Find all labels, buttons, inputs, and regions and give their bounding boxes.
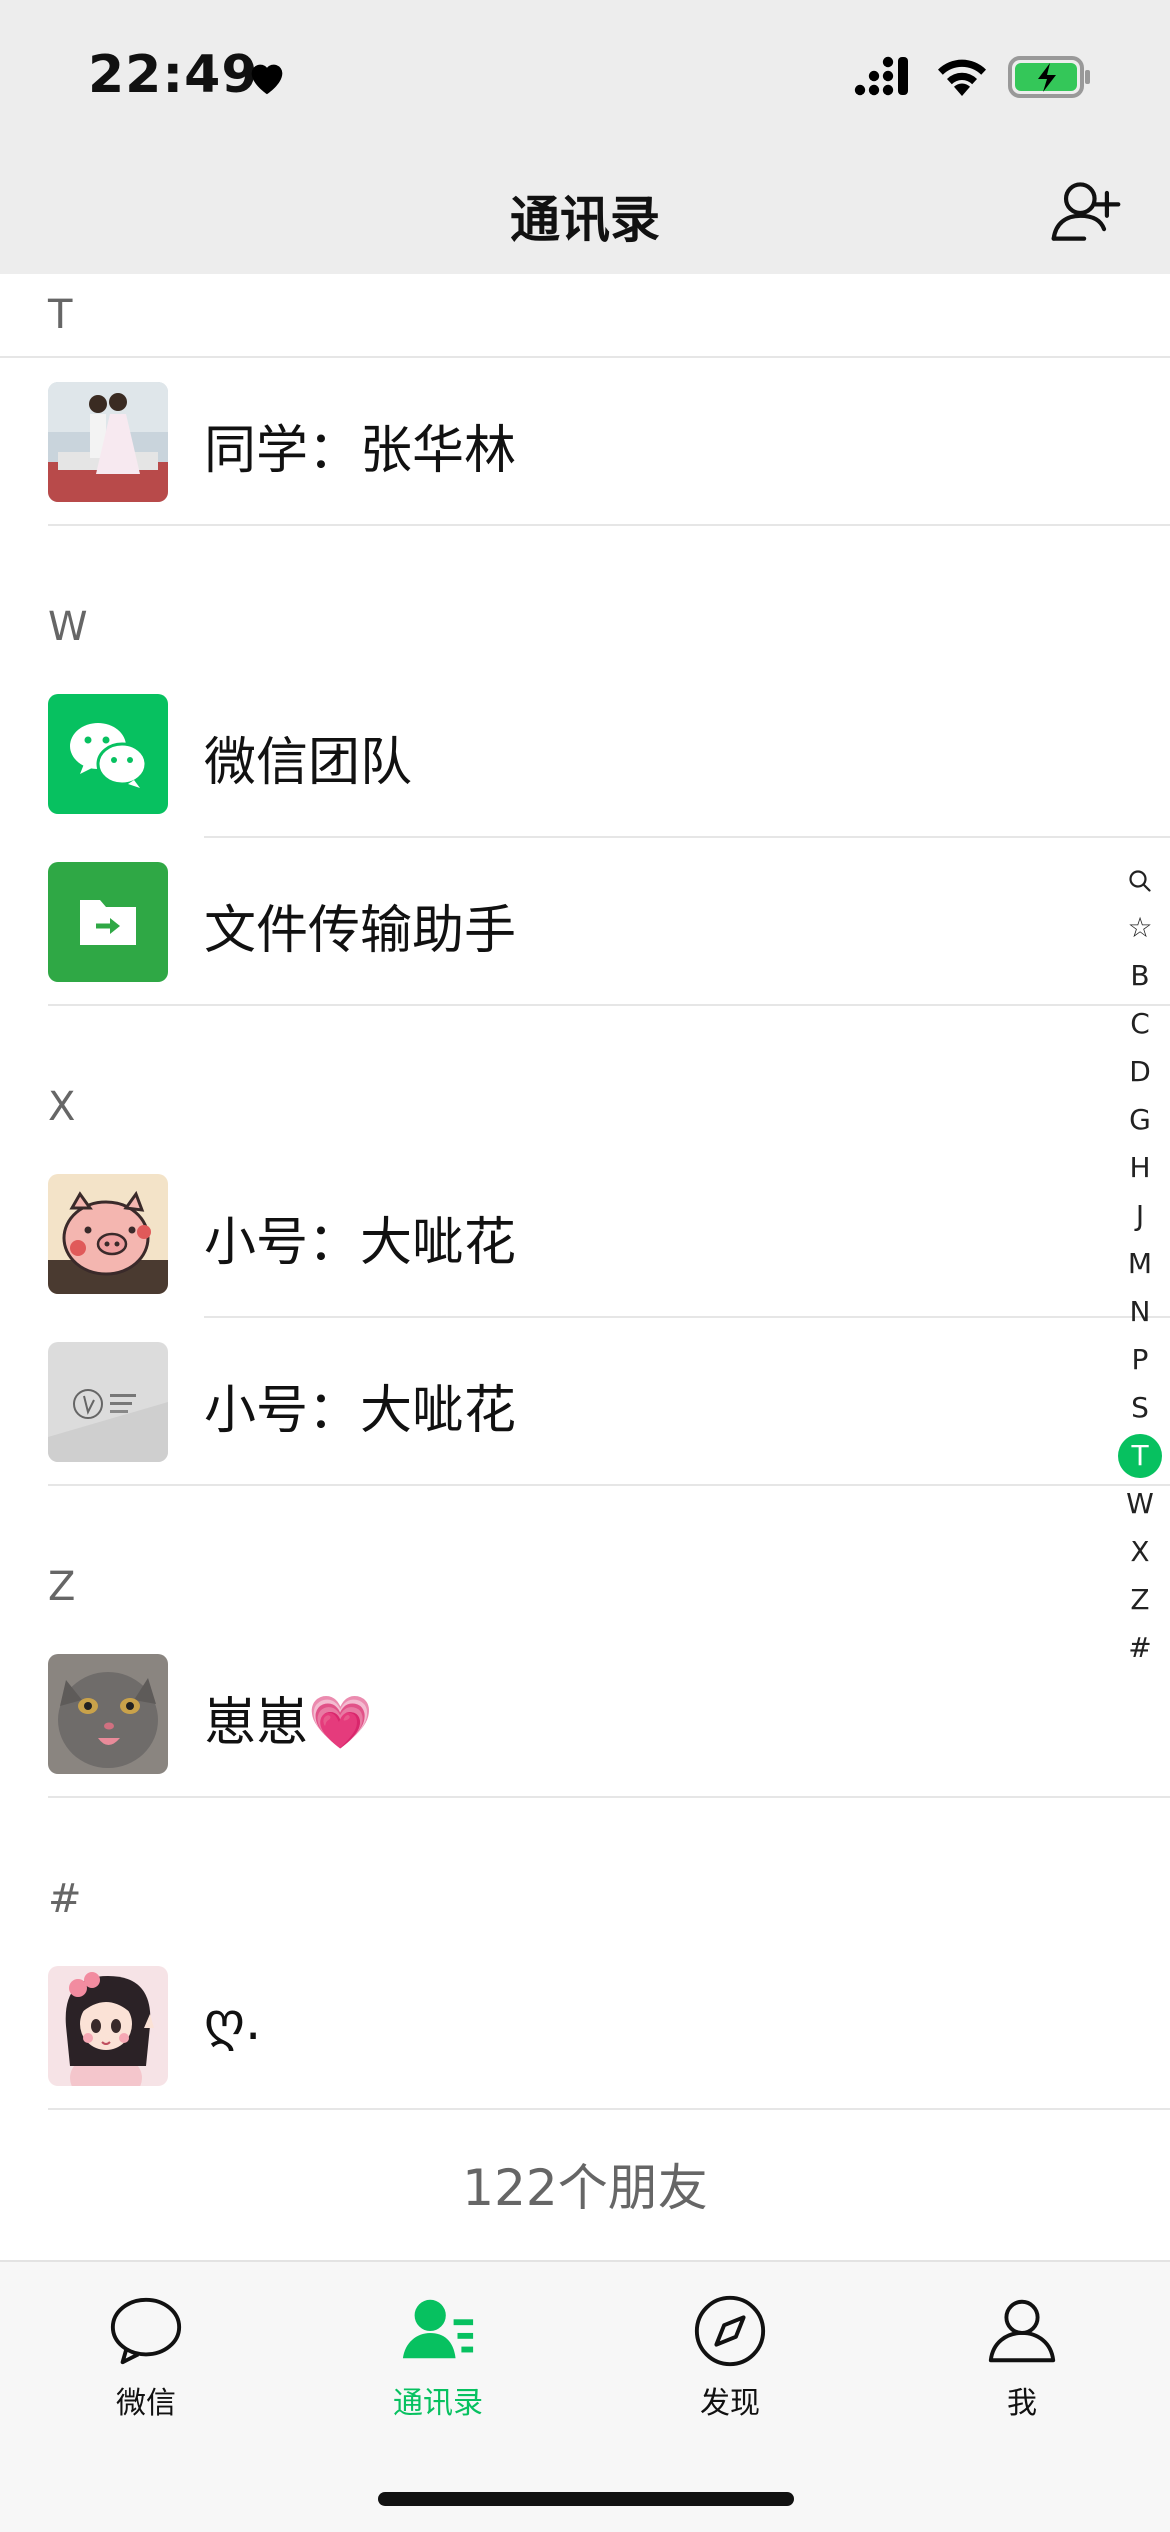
tab-label: 通讯录 (393, 2386, 483, 2421)
tab-discover[interactable]: 发现 (630, 2292, 830, 2422)
add-contact-icon[interactable] (1048, 174, 1124, 250)
chat-bubble-icon (110, 2297, 182, 2365)
signal-icon (854, 56, 908, 96)
section-header-w: W (48, 604, 88, 650)
home-indicator (378, 2492, 794, 2506)
avatar (48, 1174, 168, 1294)
index-item[interactable]: Z (1118, 1576, 1162, 1624)
contact-name: 微信团队 (204, 733, 413, 793)
status-bar: 22:49 (0, 0, 1170, 150)
index-item[interactable]: M (1118, 1240, 1162, 1288)
contact-name: 小号：大呲花 (204, 1381, 517, 1441)
status-time: 22:49 (88, 45, 259, 105)
contact-name: 同学：张华林 (204, 421, 517, 481)
contact-row-tongxue[interactable]: 同学：张华林 (0, 356, 1170, 524)
contact-name: 文件传输助手 (204, 901, 517, 961)
file-transfer-icon (80, 900, 136, 945)
contact-row-file-transfer[interactable]: 文件传输助手 (0, 836, 1170, 1004)
compass-icon (694, 2295, 766, 2367)
index-item[interactable]: W (1118, 1480, 1162, 1528)
divider (48, 524, 1170, 526)
person-icon (988, 2299, 1056, 2363)
index-item[interactable]: N (1118, 1288, 1162, 1336)
heart-icon (251, 64, 283, 95)
index-item[interactable]: H (1118, 1144, 1162, 1192)
tab-label: 我 (1007, 2386, 1037, 2421)
tab-label: 发现 (700, 2386, 760, 2421)
index-item[interactable]: S (1118, 1384, 1162, 1432)
index-search-icon[interactable] (1118, 856, 1162, 904)
alphabet-index-bar[interactable]: ☆ B C D G H J M N P S T W X Z # (1118, 856, 1162, 1672)
header-area: 22:49 通讯录 (0, 0, 1170, 274)
section-header-t: T (48, 292, 73, 338)
tab-label: 微信 (116, 2386, 176, 2421)
tab-chats[interactable]: 微信 (46, 2292, 246, 2422)
avatar (48, 862, 168, 982)
divider (48, 2108, 1170, 2110)
index-item[interactable]: D (1118, 1048, 1162, 1096)
avatar (48, 1342, 168, 1462)
avatar (48, 694, 168, 814)
page-title: 通讯录 (510, 191, 660, 249)
avatar (48, 382, 168, 502)
divider (48, 1796, 1170, 1798)
divider (48, 1004, 1170, 1006)
nav-bar: 通讯录 (0, 160, 1170, 274)
index-item[interactable]: X (1118, 1528, 1162, 1576)
battery-icon (1008, 56, 1090, 98)
wifi-icon (938, 59, 986, 96)
index-item[interactable]: P (1118, 1336, 1162, 1384)
contact-row-zaizai[interactable]: 崽崽💗 (0, 1628, 1170, 1796)
contact-row-wechat-team[interactable]: 微信团队 (0, 668, 1170, 836)
tab-contacts[interactable]: 通讯录 (338, 2292, 538, 2422)
friend-count: 122个朋友 (462, 2159, 708, 2217)
divider (48, 1484, 1170, 1486)
contacts-screen: 22:49 通讯录 T 同学：张华林 W 微信团队 文件传输助手 X 小号：大呲… (0, 0, 1170, 2532)
section-header-x: X (48, 1084, 76, 1130)
index-item[interactable]: ☆ (1118, 904, 1162, 952)
section-header-hash: # (48, 1876, 82, 1922)
tab-me[interactable]: 我 (922, 2292, 1122, 2422)
section-header-z: Z (48, 1564, 76, 1610)
contact-row-xiaohao-2[interactable]: 小号：大呲花 (0, 1316, 1170, 1484)
index-item[interactable]: B (1118, 952, 1162, 1000)
contact-row-heart-symbol[interactable]: ღ. (0, 1940, 1170, 2108)
contact-row-xiaohao-1[interactable]: 小号：大呲花 (0, 1148, 1170, 1316)
contact-name: ღ. (204, 1992, 262, 2052)
avatar (48, 1966, 168, 2086)
contacts-icon (402, 2299, 474, 2359)
index-item[interactable]: C (1118, 1000, 1162, 1048)
index-item-active[interactable]: T (1118, 1434, 1162, 1478)
avatar (48, 1654, 168, 1774)
index-item[interactable]: G (1118, 1096, 1162, 1144)
wechat-logo-icon (70, 723, 148, 788)
index-item[interactable]: J (1118, 1192, 1162, 1240)
contact-name: 崽崽💗 (204, 1693, 373, 1753)
index-item[interactable]: # (1118, 1624, 1162, 1672)
contact-name: 小号：大呲花 (204, 1213, 517, 1273)
